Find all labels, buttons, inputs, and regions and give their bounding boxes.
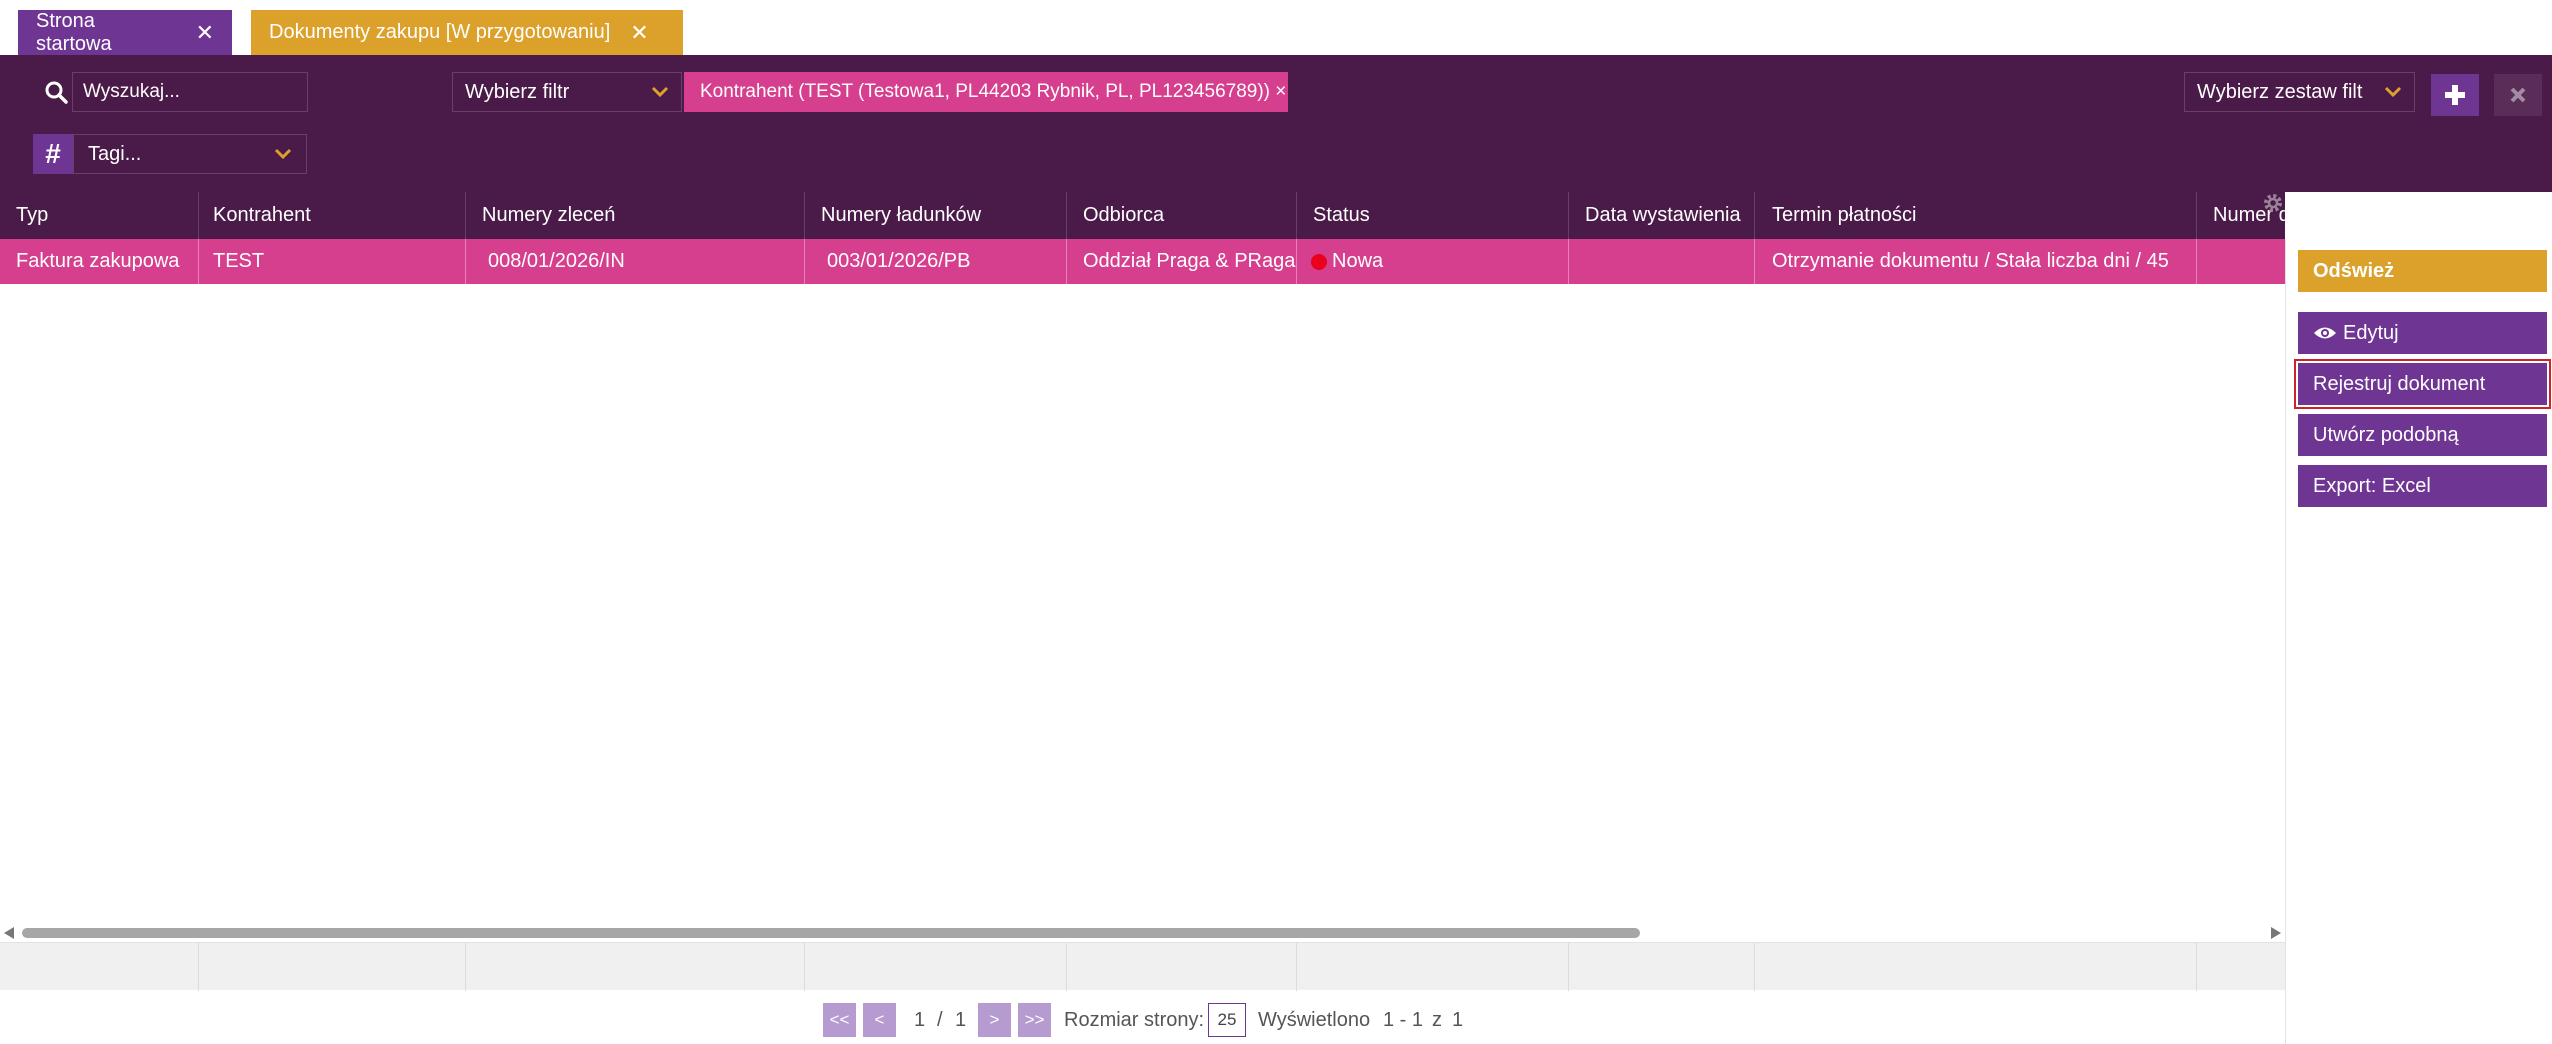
edit-button[interactable]: Edytuj — [2298, 312, 2547, 354]
shown-range: 1 - 1 — [1383, 1008, 1424, 1031]
tab-purchase-documents[interactable]: Dokumenty zakupu [W przygotowaniu] ✕ — [251, 10, 683, 55]
chevron-down-icon — [274, 148, 292, 160]
tab-purchase-documents-close-icon[interactable]: ✕ — [630, 21, 648, 44]
column-header-numery-ladunkow[interactable]: Numery ładunków — [805, 192, 1067, 239]
column-header-odbiorca[interactable]: Odbiorca — [1067, 192, 1297, 239]
create-similar-button[interactable]: Utwórz podobną — [2298, 414, 2547, 456]
filter-set-select[interactable]: Wybierz zestaw filt — [2184, 72, 2415, 112]
cell-kontrahent: TEST — [199, 239, 466, 284]
plus-icon — [2445, 85, 2465, 105]
clear-filters-button[interactable] — [2494, 74, 2542, 116]
tags-select-label: Tagi... — [88, 142, 142, 165]
pager-prev-button[interactable]: < — [863, 1003, 896, 1037]
search-input[interactable]: Wyszukaj... — [72, 72, 308, 112]
cell-numery-zlecen: 008/01/2026/IN — [466, 239, 805, 284]
filter-select[interactable]: Wybierz filtr — [452, 72, 682, 112]
shown-total: 1 — [1452, 1008, 1464, 1031]
active-filter-chip[interactable]: Kontrahent (TEST (Testowa1, PL44203 Rybn… — [684, 72, 1288, 112]
tab-home-close-icon[interactable]: ✕ — [196, 21, 214, 44]
pager-first-button[interactable]: << — [823, 1003, 856, 1037]
scrollbar-thumb[interactable] — [22, 928, 1640, 938]
status-dot — [1311, 253, 1327, 270]
shown-label: Wyświetlono — [1258, 1008, 1371, 1031]
pager-last-button[interactable]: >> — [1018, 1003, 1051, 1037]
column-header-data-wystawienia[interactable]: Data wystawienia — [1569, 192, 1755, 239]
actions-panel — [2285, 239, 2552, 1044]
pager-total-pages: 1 — [955, 1008, 967, 1031]
search-icon — [45, 81, 68, 104]
filter-select-label: Wybierz filtr — [465, 80, 570, 103]
pager-next-button[interactable]: > — [978, 1003, 1011, 1037]
of-label: z — [1432, 1008, 1442, 1031]
gear-icon[interactable] — [2262, 192, 2284, 214]
edit-button-label: Edytuj — [2343, 321, 2399, 344]
tab-home-label: Strona startowa — [36, 9, 112, 55]
add-filter-button[interactable] — [2431, 74, 2479, 116]
cell-data-wystawienia — [1569, 239, 1755, 284]
cell-odbiorca: Oddział Praga & PRaga — [1067, 239, 1297, 284]
page-size-label: Rozmiar strony: — [1064, 1008, 1205, 1031]
filter-set-select-label: Wybierz zestaw filt — [2197, 80, 2363, 103]
column-header-typ[interactable]: Typ — [0, 192, 199, 239]
column-header-kontrahent[interactable]: Kontrahent — [199, 192, 466, 239]
cell-numery-ladunkow: 003/01/2026/PB — [805, 239, 1067, 284]
table-header: Typ Kontrahent Numery zleceń Numery ładu… — [0, 192, 2285, 239]
page-size-input[interactable]: 25 — [1208, 1003, 1246, 1037]
pager-separator: / — [937, 1008, 943, 1031]
tab-purchase-documents-label: Dokumenty zakupu [W przygotowaniu] — [269, 21, 611, 43]
column-header-status[interactable]: Status — [1297, 192, 1569, 239]
column-header-termin-platnosci[interactable]: Termin płatności — [1755, 192, 2197, 239]
close-icon — [2510, 87, 2526, 103]
active-filter-label: Kontrahent (TEST (Testowa1, PL44203 Rybn… — [700, 81, 1287, 102]
table-footer — [0, 942, 2285, 991]
chevron-down-icon — [651, 86, 669, 98]
cell-status: Nowa — [1297, 239, 1569, 284]
tags-select[interactable]: Tagi... — [73, 134, 307, 174]
chevron-down-icon — [2384, 86, 2402, 98]
export-excel-button[interactable]: Export: Excel — [2298, 465, 2547, 507]
status-label: Nowa — [1332, 250, 1384, 272]
cell-numer — [2197, 239, 2285, 284]
hashtag-icon: # — [33, 134, 73, 174]
horizontal-scrollbar[interactable] — [0, 924, 2285, 942]
refresh-button[interactable]: Odśwież — [2298, 250, 2547, 292]
column-header-numery-zlecen[interactable]: Numery zleceń — [466, 192, 805, 239]
table-row[interactable]: Faktura zakupowa TEST 008/01/2026/IN 003… — [0, 239, 2285, 284]
eye-icon — [2314, 327, 2336, 339]
cell-termin-platnosci: Otrzymanie dokumentu / Stała liczba dni … — [1755, 239, 2197, 284]
tab-home[interactable]: Strona startowa ✕ — [18, 10, 232, 55]
cell-typ: Faktura zakupowa — [0, 239, 199, 284]
scroll-left-icon[interactable] — [4, 927, 14, 939]
register-document-button[interactable]: Rejestruj dokument — [2294, 359, 2551, 409]
pager-current-page: 1 — [914, 1008, 926, 1031]
scroll-right-icon[interactable] — [2271, 927, 2281, 939]
search-placeholder: Wyszukaj... — [83, 81, 180, 102]
